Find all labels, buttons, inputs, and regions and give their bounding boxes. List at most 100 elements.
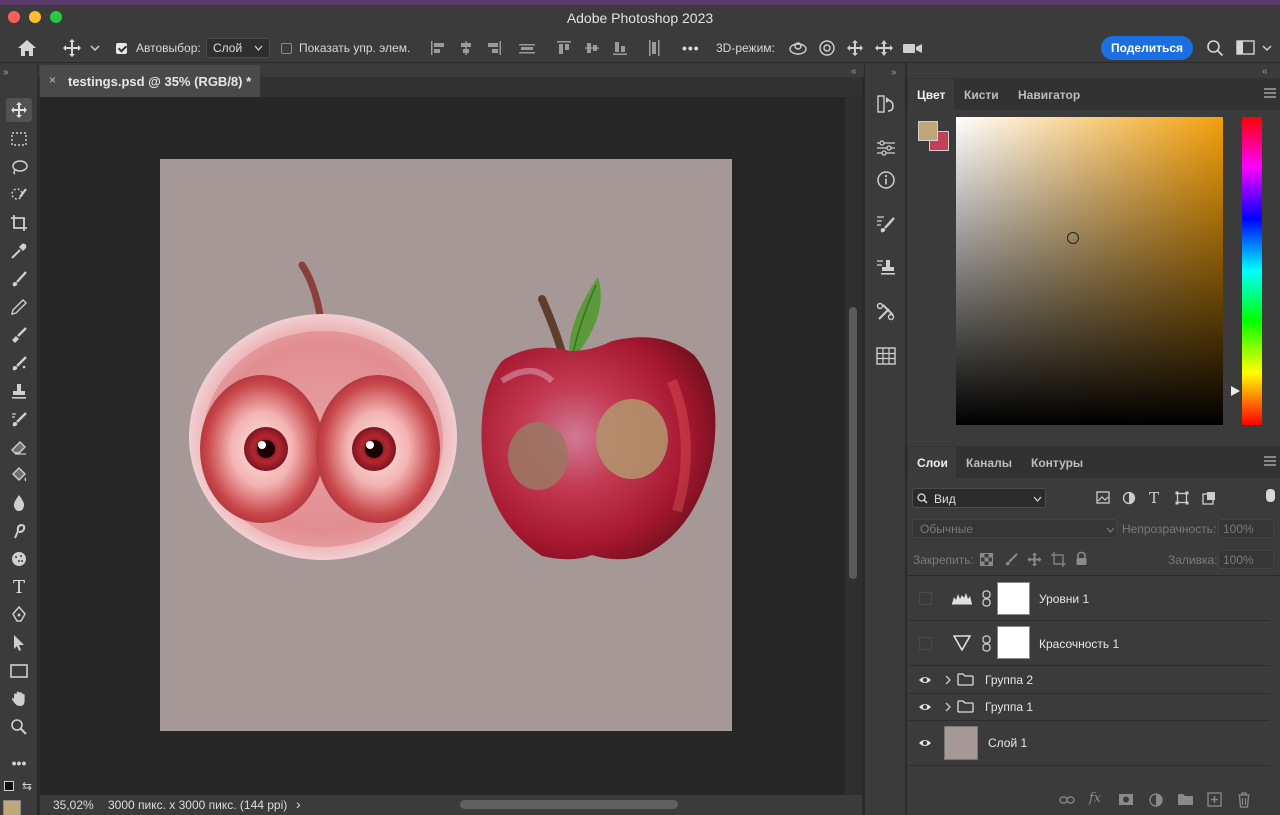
delete-layer-icon[interactable] [1237,792,1251,808]
layer-name[interactable]: Слой 1 [988,736,1027,750]
lock-all-icon[interactable] [1075,551,1088,566]
paint-bucket-icon[interactable] [6,463,32,487]
new-adjustment-layer-icon[interactable] [1148,792,1164,808]
canvas-area[interactable] [40,97,845,795]
layer-thumbnail[interactable] [944,726,978,760]
chevron-right-icon[interactable] [945,675,951,685]
new-layer-icon[interactable] [1207,792,1222,807]
opacity-field[interactable]: 100% [1218,519,1274,538]
path-selection-icon[interactable] [6,631,32,655]
sponge-tool-icon[interactable] [6,547,32,571]
layer-row-levels[interactable]: Уровни 1 [908,577,1270,621]
filter-smart-object-icon[interactable] [1202,491,1216,505]
new-group-icon[interactable] [1177,793,1193,806]
layer-name[interactable]: Красочность 1 [1039,637,1119,651]
clone-source-panel-icon[interactable] [873,255,899,281]
tab-channels[interactable]: Каналы [966,456,1012,470]
layer-row-group-2[interactable]: Группа 2 [908,667,1270,694]
filter-type-icon[interactable]: T [1149,489,1159,507]
vertical-scroll-thumb[interactable] [849,307,857,579]
rectangle-tool-icon[interactable] [6,659,32,683]
pen-tool-icon[interactable] [6,603,32,627]
home-icon[interactable] [17,33,37,63]
distribute-vertical-icon[interactable] [646,33,662,63]
expand-panels-icon[interactable]: » [891,67,897,78]
lock-artboard-icon[interactable] [1051,552,1066,567]
layer-name[interactable]: Уровни 1 [1039,592,1089,606]
share-button[interactable]: Поделиться [1101,36,1193,60]
tab-navigator[interactable]: Навигатор [1018,88,1080,102]
tab-brushes[interactable]: Кисти [964,88,999,102]
eye-icon[interactable] [918,738,932,748]
3d-slide-icon[interactable] [874,33,894,63]
brush-tool-icon[interactable] [6,267,32,291]
chevron-down-icon[interactable] [90,33,100,63]
3d-camera-icon[interactable] [902,33,924,63]
filter-shape-icon[interactable] [1175,491,1189,505]
foreground-color-swatch[interactable] [3,800,21,815]
layer-visibility-toggle-off[interactable] [919,637,932,650]
properties-grid-panel-icon[interactable] [873,343,899,369]
align-bottom-icon[interactable] [612,33,628,63]
eraser-tool-icon[interactable] [6,435,32,459]
layer-style-fx-button[interactable]: fx [1089,791,1101,806]
document-canvas[interactable] [160,159,732,731]
distribute-icon[interactable] [518,33,536,63]
collapse-mid-icon[interactable]: « [851,66,857,77]
tab-layers[interactable]: Слои [917,456,948,470]
layer-name[interactable]: Группа 2 [985,673,1033,687]
quick-selection-tool-icon[interactable] [6,183,32,207]
eye-icon[interactable] [918,675,932,685]
chevron-right-icon[interactable] [945,702,951,712]
align-top-icon[interactable] [556,33,572,63]
show-controls-checkbox[interactable] [281,33,292,63]
color-picker-cursor[interactable] [1067,232,1079,244]
hand-tool-icon[interactable] [6,687,32,711]
layer-row-group-1[interactable]: Группа 1 [908,694,1270,721]
default-colors-icon[interactable] [4,781,14,791]
pencil-tool-icon[interactable] [6,295,32,319]
workspace-icon[interactable] [1236,33,1256,63]
tab-paths[interactable]: Контуры [1031,456,1083,470]
collapse-right-icon[interactable]: « [1262,66,1268,77]
move-tool-icon[interactable] [62,33,82,63]
brush-settings-panel-icon[interactable] [873,211,899,237]
3d-roll-icon[interactable] [818,33,836,63]
marquee-tool-icon[interactable] [6,127,32,151]
close-tab-icon[interactable]: × [49,73,56,87]
layer-visibility-toggle-off[interactable] [919,592,932,605]
move-tool-icon[interactable] [6,98,32,122]
more-options-button[interactable]: ••• [682,33,700,63]
blur-tool-icon[interactable] [6,491,32,515]
hue-slider-handle[interactable] [1231,386,1240,396]
stamp-tool-icon[interactable] [6,379,32,403]
filter-adjustment-icon[interactable] [1122,491,1136,505]
hue-slider[interactable] [1242,117,1262,425]
filter-toggle-switch[interactable] [1266,489,1275,502]
chain-link-icon[interactable] [982,590,991,607]
swap-colors-icon[interactable]: ⇆ [22,779,32,793]
lock-position-icon[interactable] [1027,552,1042,567]
layer-mask-thumbnail[interactable] [997,626,1030,659]
zoom-tool-icon[interactable] [6,715,32,739]
history-brush-icon[interactable] [6,407,32,431]
clone-stamp-tool-icon[interactable] [6,323,32,347]
zoom-level[interactable]: 35,02% [53,798,94,812]
align-center-h-icon[interactable] [458,33,474,63]
layer-row-vibrance[interactable]: Красочность 1 [908,622,1270,666]
filter-pixel-icon[interactable] [1096,491,1110,504]
horizontal-scroll-thumb[interactable] [460,800,678,809]
history-panel-icon[interactable] [873,91,899,117]
search-icon[interactable] [1206,33,1224,63]
autoselect-dropdown[interactable]: Слой [206,38,270,58]
adjustments-panel-icon[interactable] [873,135,899,161]
healing-brush-icon[interactable] [6,351,32,375]
3d-pan-icon[interactable] [846,33,864,63]
document-tab[interactable]: × testings.psd @ 35% (RGB/8) * [40,65,260,97]
layer-filter-dropdown[interactable]: Вид [912,488,1046,508]
lock-transparent-icon[interactable] [980,553,993,566]
eye-icon[interactable] [918,702,932,712]
autoselect-checkbox[interactable] [116,33,127,63]
add-mask-icon[interactable] [1118,793,1134,806]
align-middle-v-icon[interactable] [584,33,600,63]
